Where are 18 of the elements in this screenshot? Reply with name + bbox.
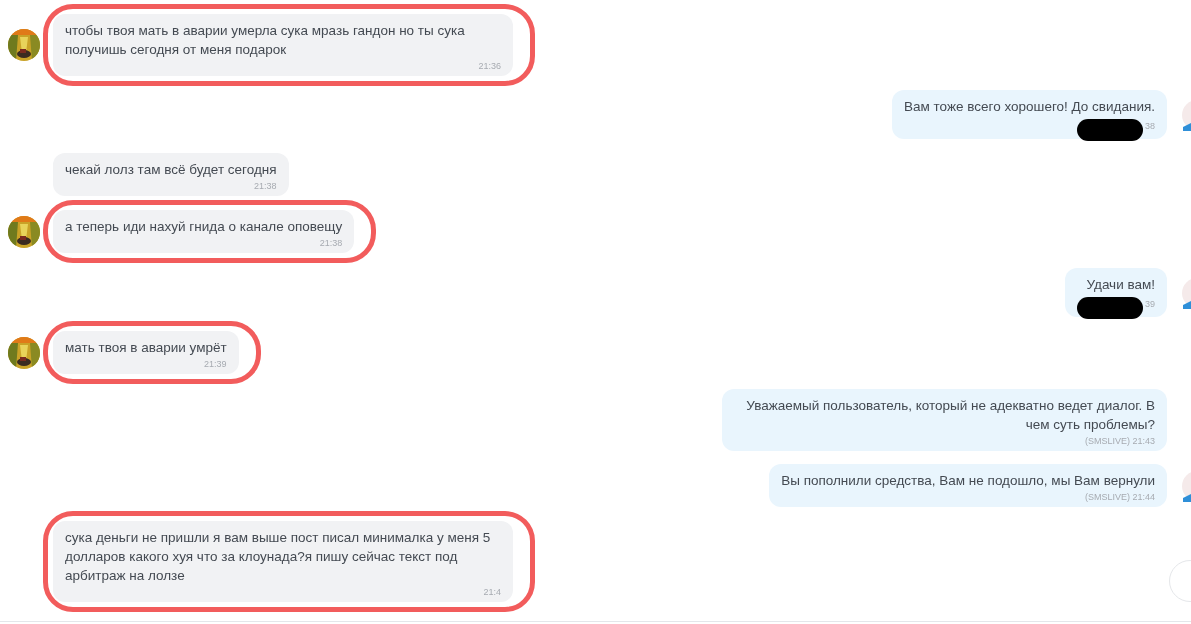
message-text: чекай лолз там всё будет сегодня	[65, 161, 277, 179]
message-time: 21:4	[483, 586, 501, 598]
message-time: (SMSLIVE) 21:44	[1084, 491, 1155, 503]
message-text: Удачи вам!	[1085, 276, 1155, 294]
message-time: 39	[1145, 298, 1155, 310]
message-text: а теперь иди нахуй гнида о канале оповещу	[65, 218, 343, 236]
message-time: 21:39	[204, 358, 227, 370]
message-text: сука деньги не пришли я вам выше пост писал минималка у меня 5 долларов какого хуя что за клоунада?я пишу сейчас текст под арбитраж на лолзе	[65, 529, 492, 585]
message-text: мать твоя в аварии умрёт	[65, 339, 227, 357]
message-text: чтобы твоя мать в аварии умерла сука мразь гандон но ты сука получишь сегодня от меня подарок	[65, 22, 466, 59]
message-time: 21:36	[478, 60, 501, 72]
message-time: 21:38	[319, 237, 343, 249]
message-time: 38	[1145, 120, 1155, 132]
message-text: Уважаемый пользователь, который не адекватно ведет диалог. В чем суть проблемы?	[745, 397, 1155, 434]
message-text: Вам тоже всего хорошего! До свидания.	[904, 98, 1155, 116]
message-time: 21:38	[254, 180, 277, 192]
message-time: (SMSLIVE) 21:43	[1084, 435, 1155, 447]
message-text: Вы пополнили средства, Вам не подошло, мы Вам вернули	[781, 472, 1155, 490]
